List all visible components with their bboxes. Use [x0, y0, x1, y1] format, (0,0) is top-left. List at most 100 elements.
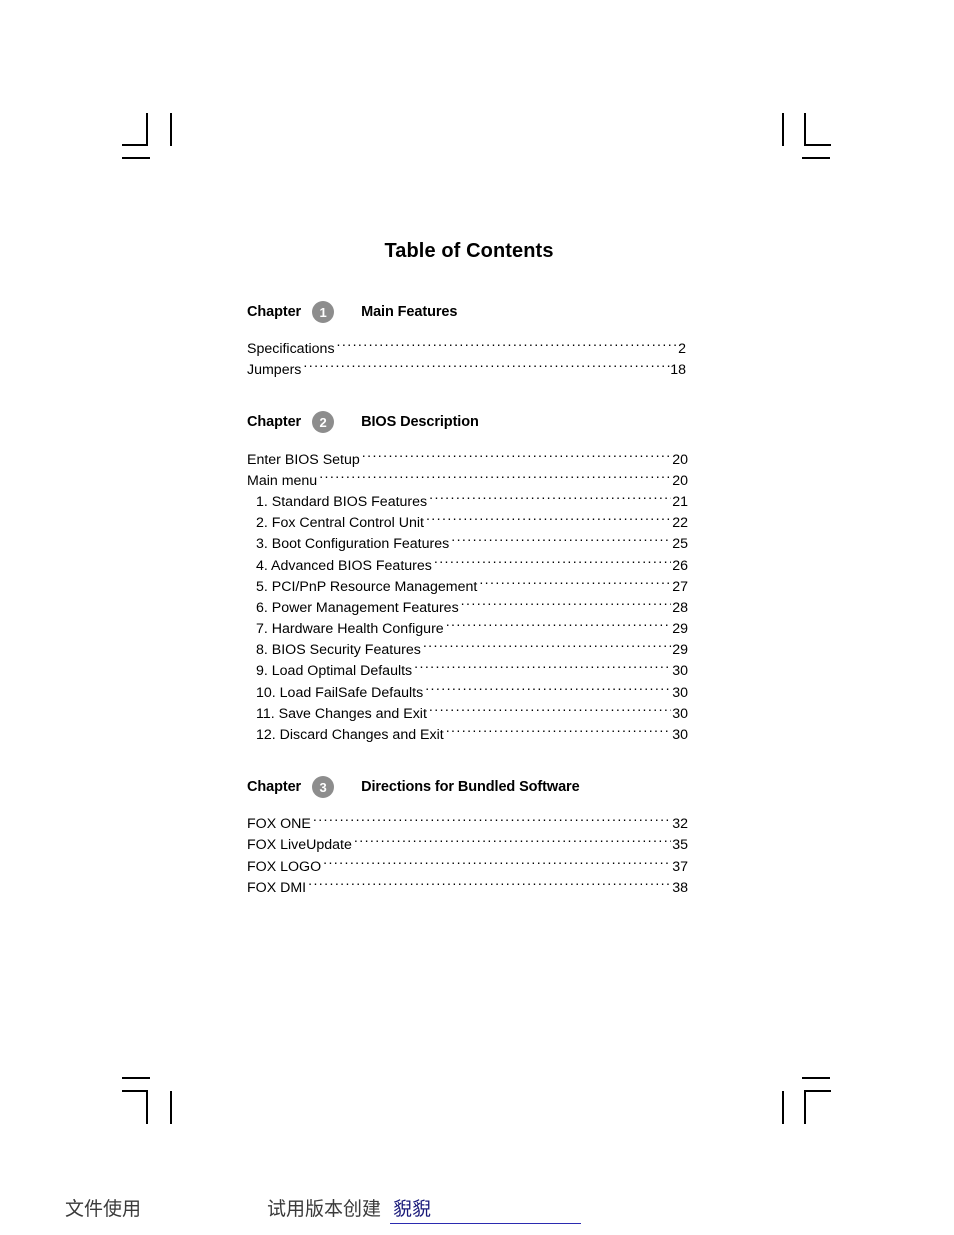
toc-entry-label: 8. BIOS Security Features [256, 642, 421, 659]
toc-entry[interactable]: Jumpers 18 [247, 360, 686, 381]
toc-entry-label: 4. Advanced BIOS Features [256, 557, 432, 574]
toc-entry-page-number: 21 [672, 493, 688, 510]
toc-entry[interactable]: FOX ONE 32 [247, 814, 688, 835]
toc-dot-leader [423, 640, 671, 654]
toc-entry[interactable]: 1. Standard BIOS Features 21 [247, 492, 688, 513]
toc-entry-label: 12. Discard Changes and Exit [256, 727, 444, 743]
crop-mark-segment [802, 1077, 830, 1079]
chapter-title: Directions for Bundled Software [361, 779, 580, 795]
toc-entry[interactable]: 10. Load FailSafe Defaults 30 [247, 682, 688, 703]
toc-dot-leader [319, 471, 671, 485]
crop-mark-segment [802, 157, 830, 159]
toc-entry-label: 11. Save Changes and Exit [256, 705, 427, 722]
toc-entry-label: FOX DMI [247, 879, 307, 896]
toc-entry-page-number: 35 [672, 837, 688, 854]
toc-entry[interactable]: 4. Advanced BIOS Features 26 [247, 555, 688, 576]
toc-dot-leader [337, 339, 679, 353]
toc-entry-page-number: 20 [672, 472, 688, 489]
crop-mark-segment [804, 1090, 806, 1124]
toc-entry[interactable]: 3. Boot Configuration Features 25 [247, 534, 688, 555]
crop-mark-top-left [122, 113, 188, 163]
toc-entry[interactable]: 12. Discard Changes and Exit 30 [247, 725, 688, 746]
footer-text-middle: 试用版本创建 [267, 1198, 382, 1220]
chapter-title: Main Features [361, 304, 458, 320]
toc-dot-leader [461, 598, 672, 612]
footer-underline [390, 1223, 581, 1224]
chapter-label: Chapter [247, 304, 302, 320]
toc-entry-page-number: 30 [672, 663, 688, 680]
toc-dot-leader [313, 814, 671, 828]
toc-entry[interactable]: 2. Fox Central Control Unit 22 [247, 513, 688, 534]
crop-mark-segment [146, 1090, 148, 1124]
footer-text-name: 貎貎 [393, 1198, 432, 1220]
toc-dot-leader [308, 878, 671, 892]
toc-entry-page-number: 26 [672, 557, 688, 574]
toc-entry-label: Main menu [247, 472, 318, 489]
crop-mark-segment [146, 113, 148, 146]
toc-entry[interactable]: 11. Save Changes and Exit 30 [247, 704, 688, 725]
toc-dot-leader [429, 492, 671, 506]
toc-entry[interactable]: 9. Load Optimal Defaults 30 [247, 661, 688, 682]
toc-dot-leader [446, 725, 672, 739]
toc-entry-page-number: 32 [672, 816, 688, 833]
crop-mark-segment [122, 1090, 148, 1092]
toc-dot-leader [426, 513, 671, 527]
toc-entry-label: 7. Hardware Health Configure [256, 621, 444, 638]
toc-entry[interactable]: 7. Hardware Health Configure 29 [247, 619, 688, 640]
crop-mark-bottom-right [780, 1077, 840, 1129]
crop-mark-segment [170, 113, 172, 146]
crop-mark-bottom-left [122, 1077, 188, 1129]
chapter-label: Chapter [247, 779, 302, 795]
toc-entry-label: FOX ONE [247, 816, 311, 833]
toc-dot-leader [434, 555, 671, 569]
toc-entry[interactable]: 5. PCI/PnP Resource Management 27 [247, 577, 688, 598]
crop-mark-segment [122, 1077, 150, 1079]
toc-entry-label: 3. Boot Configuration Features [256, 536, 450, 553]
toc-entry-label: Enter BIOS Setup [247, 451, 360, 468]
crop-mark-segment [782, 113, 784, 146]
toc-dot-leader [354, 835, 671, 849]
toc-entry[interactable]: 8. BIOS Security Features 29 [247, 640, 688, 661]
toc-entry-page-number: 29 [672, 621, 688, 638]
toc-entry[interactable]: 6. Power Management Features 28 [247, 598, 688, 619]
toc-entry-page-number: 38 [672, 879, 688, 896]
toc-entry-page-number: 27 [672, 578, 688, 595]
chapter-heading-2: Chapter 2 BIOS Description [247, 411, 687, 434]
toc-entry[interactable]: FOX LiveUpdate 35 [247, 835, 688, 856]
toc-entry-page-number: 28 [672, 599, 688, 616]
toc-entry-page-number: 20 [672, 451, 688, 468]
toc-entry-label: 1. Standard BIOS Features [256, 493, 428, 510]
toc-entry[interactable]: Enter BIOS Setup 20 [247, 449, 688, 470]
toc-entry[interactable]: Specifications 2 [247, 339, 686, 360]
toc-entry-label: 6. Power Management Features [256, 599, 459, 616]
chapter-heading-1: Chapter 1 Main Features [247, 301, 687, 323]
chapter-heading-3: Chapter 3 Directions for Bundled Softwar… [247, 776, 687, 798]
toc-dot-leader [429, 704, 671, 718]
toc-entry[interactable]: Main menu 20 [247, 471, 688, 492]
chapter-entries-1: Specifications 2 Jumpers 18 [247, 339, 686, 381]
chapter-number-badge: 2 [312, 411, 335, 434]
chapter-entries-2: Enter BIOS Setup 20 Main menu 20 1. Standard… [247, 449, 688, 746]
toc-entry-label: 9. Load Optimal Defaults [256, 663, 413, 680]
toc-entry-page-number: 2 [678, 341, 686, 358]
toc-entry-label: 5. PCI/PnP Resource Management [256, 578, 478, 595]
toc-entry-page-number: 29 [672, 642, 688, 659]
toc-entry-page-number: 30 [672, 705, 688, 722]
page-title: Table of Contents [384, 240, 554, 262]
toc-dot-leader [451, 534, 671, 548]
footer-watermark: 文件使用 试用版本创建 貎貎 [0, 1190, 954, 1235]
toc-entry[interactable]: FOX DMI 38 [247, 878, 688, 899]
toc-dot-leader [414, 661, 671, 675]
chapter-label: Chapter [247, 414, 302, 431]
crop-mark-segment [804, 1090, 831, 1092]
chapter-title: BIOS Description [361, 414, 479, 431]
footer-text-left: 文件使用 [65, 1198, 142, 1220]
toc-entry-label: 2. Fox Central Control Unit [256, 515, 424, 532]
toc-entry[interactable]: FOX LOGO 37 [247, 856, 688, 877]
toc-entry-page-number: 30 [672, 684, 688, 701]
toc-entry-label: FOX LiveUpdate [247, 837, 352, 854]
toc-entry-page-number: 18 [670, 362, 686, 379]
toc-entry-page-number: 30 [672, 727, 688, 743]
crop-mark-segment [804, 144, 831, 146]
crop-mark-segment [804, 113, 806, 146]
